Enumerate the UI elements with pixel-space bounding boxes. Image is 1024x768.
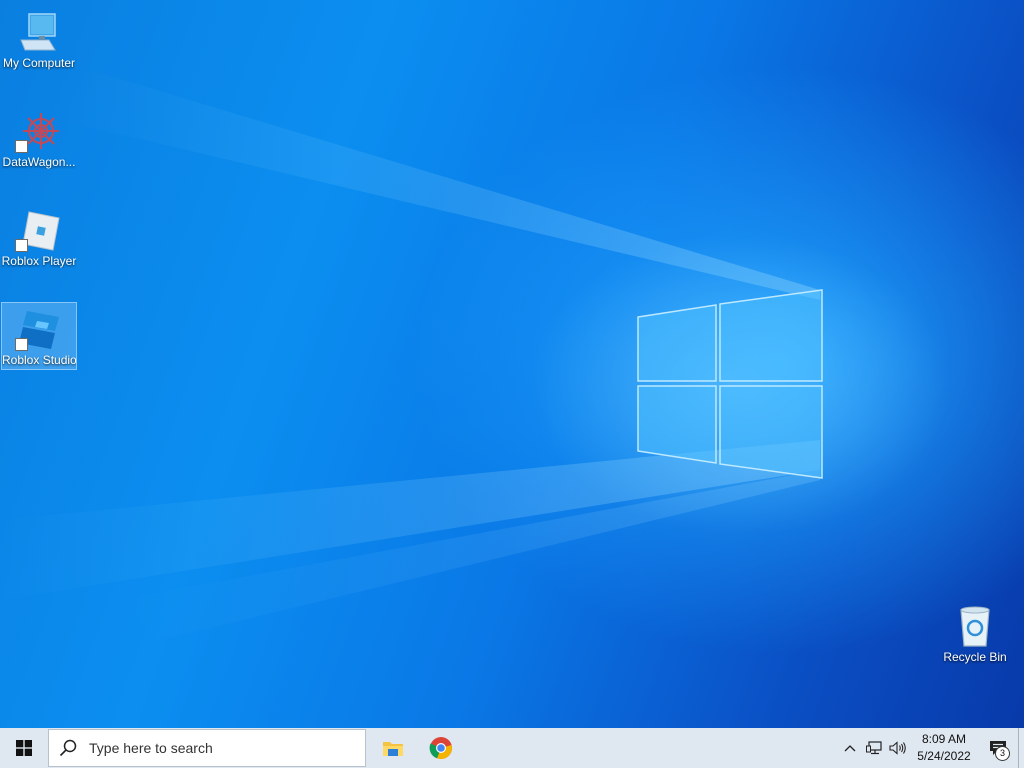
computer-icon [15, 10, 63, 54]
volume-button[interactable] [886, 728, 910, 768]
start-button[interactable] [0, 728, 48, 768]
desktop-icon-recycle-bin[interactable]: Recycle Bin [937, 600, 1013, 668]
taskbar-file-explorer-button[interactable] [369, 728, 417, 768]
show-desktop-button[interactable] [1018, 728, 1024, 768]
desktop-icon-roblox-studio[interactable]: Roblox Studio [1, 302, 77, 370]
shortcut-arrow-icon [15, 140, 28, 153]
shortcut-arrow-icon [15, 338, 28, 351]
desktop-icon-datawagon[interactable]: DataWagon... [1, 105, 77, 173]
show-hidden-icons-button[interactable] [838, 728, 862, 768]
network-icon [866, 741, 882, 755]
system-tray: 8:09 AM 5/24/2022 3 [838, 728, 1024, 768]
search-icon [59, 739, 77, 757]
recycle-bin-icon [951, 604, 999, 648]
desktop-icon-label: Roblox Studio [2, 353, 76, 367]
taskbar-clock[interactable]: 8:09 AM 5/24/2022 [910, 731, 978, 765]
roblox-studio-icon [15, 307, 63, 351]
datawagon-icon [15, 109, 63, 153]
desktop[interactable]: My Computer DataWagon... Roblox Player R… [0, 0, 1024, 728]
network-button[interactable] [862, 728, 886, 768]
desktop-icon-label: Recycle Bin [943, 650, 1007, 664]
search-input[interactable] [87, 739, 341, 757]
file-explorer-icon [383, 742, 403, 756]
taskbar-search-box[interactable] [48, 729, 366, 767]
desktop-icon-roblox-player[interactable]: Roblox Player [1, 204, 77, 272]
desktop-icon-label: DataWagon... [2, 155, 76, 169]
clock-date: 5/24/2022 [917, 749, 971, 763]
clock-time: 8:09 AM [921, 732, 967, 746]
windows-start-icon [16, 740, 32, 756]
desktop-icon-my-computer[interactable]: My Computer [1, 6, 77, 74]
notification-count-badge: 3 [995, 746, 1010, 761]
taskbar-chrome-button[interactable] [417, 728, 465, 768]
desktop-icon-label: Roblox Player [1, 254, 77, 268]
chrome-icon [429, 737, 452, 760]
speaker-icon [889, 741, 906, 755]
action-center-button[interactable]: 3 [978, 728, 1018, 768]
wallpaper-beams [0, 70, 950, 640]
taskbar: 8:09 AM 5/24/2022 3 [0, 728, 1024, 768]
roblox-player-icon [15, 208, 63, 252]
chevron-up-icon [844, 745, 856, 752]
windows-logo-wallpaper [637, 289, 823, 479]
shortcut-arrow-icon [15, 239, 28, 252]
desktop-icon-label: My Computer [2, 56, 76, 70]
